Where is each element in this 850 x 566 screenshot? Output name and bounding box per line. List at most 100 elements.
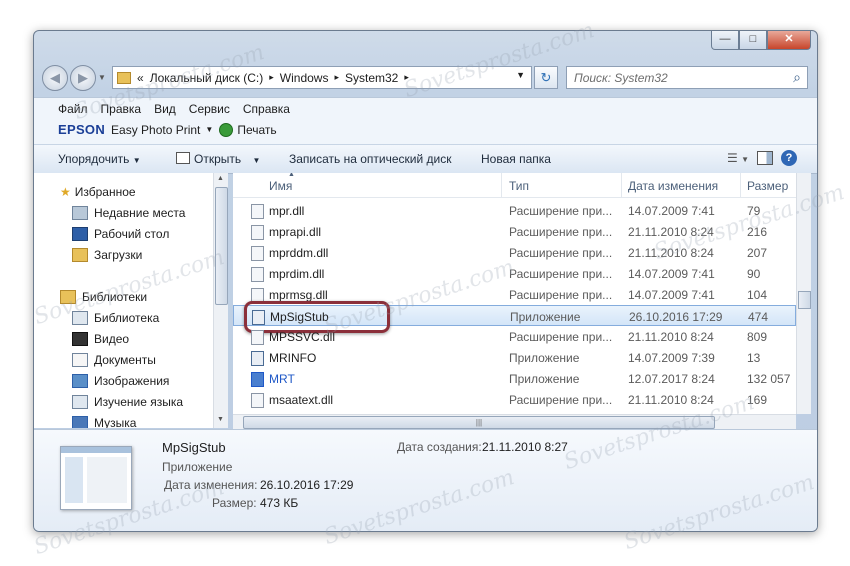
help-icon[interactable]: ? [781,150,797,166]
preview-pane-icon[interactable] [757,151,773,165]
menu-edit[interactable]: Правка [101,102,142,116]
table-row[interactable]: mpr.dll Расширение при... 14.07.2009 7:41 7… [233,200,796,221]
table-row[interactable]: mprapi.dll Расширение при... 21.11.2010 8:… [233,221,796,242]
sidebar-item-music[interactable]: Музыка [72,416,136,428]
chevron-down-icon: ▼ [132,156,141,165]
mrt-app-icon [251,372,264,387]
minimize-button[interactable]: — [711,31,739,50]
sidebar-item-video[interactable]: Видео [72,332,129,346]
column-type[interactable]: Тип [509,179,529,193]
sidebar-item-library[interactable]: Библиотека [72,311,159,325]
column-divider[interactable] [740,173,741,197]
scroll-thumb[interactable]: ||| [243,416,715,429]
address-bar[interactable]: « Локальный диск (C:) ▸ Windows ▸ System… [112,66,532,89]
sidebar-favorites-label: Избранное [74,185,136,199]
table-row[interactable]: msaatext.dll Расширение при... 21.11.2010 … [233,389,796,410]
view-options-icon[interactable]: ☰ ▼ [727,151,749,165]
details-file-type: Приложение [162,460,233,474]
menu-file[interactable]: Файл [58,102,88,116]
history-dropdown-icon[interactable]: ▼ [98,73,106,82]
breadcrumb-windows[interactable]: Windows [280,71,329,85]
address-row: ◀ ▶ ▼ « Локальный диск (C:) ▸ Windows ▸ … [42,65,809,91]
menu-view[interactable]: Вид [154,102,176,116]
scroll-thumb[interactable] [798,291,811,309]
file-size: 474 [748,310,769,324]
sidebar-item-recent[interactable]: Недавние места [72,206,185,220]
file-date: 21.11.2010 8:24 [628,330,714,344]
file-name: MPSSVC.dll [269,330,336,344]
print-icon [219,122,234,137]
breadcrumb-separator-icon[interactable]: ▸ [334,72,339,83]
open-button[interactable]: Открыть ▼ [176,152,260,166]
table-row[interactable]: mprddm.dll Расширение при... 21.11.2010 8:… [233,242,796,263]
details-modified-value: 26.10.2016 17:29 [260,478,354,492]
navigation-scrollbar[interactable]: ▲ ▼ [213,173,228,428]
file-name: MRT [269,372,295,386]
file-type: Приложение [509,351,580,365]
file-size: 132 057 [747,372,791,386]
close-button[interactable]: ✕ [767,31,811,50]
horizontal-scrollbar[interactable]: ||| [233,414,796,429]
sidebar-favorites[interactable]: ★ Избранное [60,185,136,199]
burn-disc-button[interactable]: Записать на оптический диск [289,152,452,166]
file-date: 14.07.2009 7:41 [628,267,715,281]
table-row[interactable]: MRT Приложение 12.07.2017 8:24 132 057 [233,368,796,389]
file-type: Расширение при... [509,267,613,281]
column-name[interactable]: Имя [269,179,292,193]
sidebar-item-pictures[interactable]: Изображения [72,374,169,388]
details-created-label: Дата создания: [397,440,482,454]
scroll-down-icon[interactable]: ▼ [217,416,224,423]
column-size[interactable]: Размер [747,179,788,193]
table-row[interactable]: MRINFO Приложение 14.07.2009 7:39 13 [233,347,796,368]
sidebar-item-desktop[interactable]: Рабочий стол [72,227,169,241]
file-type: Расширение при... [509,225,613,239]
file-name: mprmsg.dll [269,288,328,302]
search-placeholder: Поиск: System32 [574,71,668,85]
menu-help[interactable]: Справка [243,102,290,116]
organize-button[interactable]: Упорядочить ▼ [58,152,141,166]
maximize-button[interactable]: □ [739,31,767,50]
column-divider[interactable] [501,173,502,197]
scroll-up-icon[interactable]: ▲ [217,175,224,182]
menu-tools[interactable]: Сервис [189,102,230,116]
file-list-scrollbar[interactable] [796,173,811,414]
search-input[interactable]: Поиск: System32 ⌕ [566,66,808,89]
details-file-name: MpSigStub [162,440,226,455]
back-button[interactable]: ◀ [42,65,68,91]
file-date: 14.07.2009 7:41 [628,288,715,302]
file-type: Расширение при... [509,204,613,218]
forward-button[interactable]: ▶ [70,65,96,91]
breadcrumb-overflow[interactable]: « [137,71,144,85]
search-icon[interactable]: ⌕ [793,69,801,86]
scroll-thumb[interactable] [215,187,228,305]
language-icon [72,395,88,409]
breadcrumb-system32[interactable]: System32 [345,71,398,85]
address-dropdown-icon[interactable]: ▼ [516,70,525,80]
file-date: 14.07.2009 7:41 [628,204,715,218]
organize-label: Упорядочить [58,152,130,166]
easy-photo-print-button[interactable]: Easy Photo Print [111,123,200,137]
breadcrumb-separator-icon[interactable]: ▸ [404,72,409,83]
refresh-button[interactable]: ↻ [534,66,558,89]
menu-bar: Файл Правка Вид Сервис Справка EPSON Eas… [34,97,817,144]
table-row[interactable]: mprdim.dll Расширение при... 14.07.2009 7:… [233,263,796,284]
sidebar-item-documents[interactable]: Документы [72,353,156,367]
file-type: Расширение при... [509,246,613,260]
sidebar-libraries[interactable]: Библиотеки [60,290,147,304]
chevron-down-icon[interactable]: ▼ [205,125,213,134]
sidebar-item-downloads[interactable]: Загрузки [72,248,142,262]
file-type: Приложение [510,310,581,324]
file-size: 79 [747,204,761,218]
breadcrumb-drive[interactable]: Локальный диск (C:) [150,71,264,85]
print-button[interactable]: Печать [237,123,276,137]
folder-icon [117,71,131,84]
column-divider[interactable] [621,173,622,197]
file-type: Расширение при... [509,288,613,302]
new-folder-button[interactable]: Новая папка [481,152,551,166]
column-date[interactable]: Дата изменения [628,179,718,193]
table-row[interactable]: MPSSVC.dll Расширение при... 21.11.2010 8:… [233,326,796,347]
breadcrumb-separator-icon[interactable]: ▸ [269,72,274,83]
table-row-selected[interactable]: MpSigStub Приложение 26.10.2016 17:29 474 [233,301,796,333]
file-name: mprdim.dll [269,267,325,281]
sidebar-item-language[interactable]: Изучение языка [72,395,183,409]
